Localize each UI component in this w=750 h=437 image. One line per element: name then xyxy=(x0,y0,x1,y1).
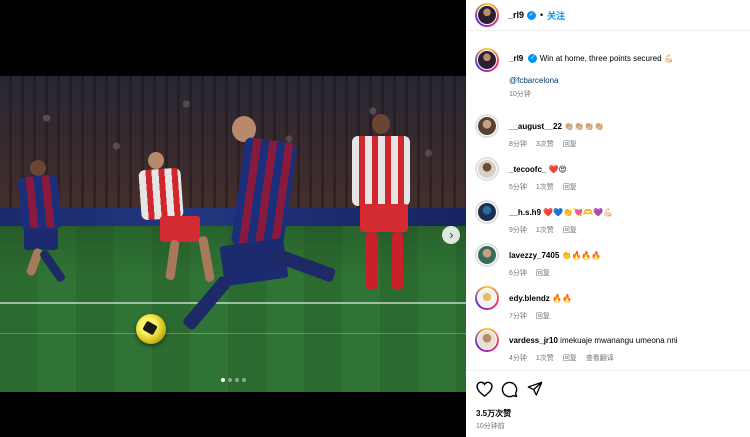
reply-button[interactable]: 回复 xyxy=(563,139,577,149)
carousel-next-button[interactable]: › xyxy=(442,226,460,244)
comment-likes[interactable]: 1次赞 xyxy=(536,353,554,363)
comment-text: imekuaje mwanangu umeona nni xyxy=(560,336,678,345)
comment-time: 9分钟 xyxy=(509,227,527,234)
carousel-indicator xyxy=(0,378,466,382)
comment-time: 7分钟 xyxy=(509,313,527,320)
post-side-panel: _rl9 ✓ • 关注 _rl9 ✓ Win at home, three po… xyxy=(466,0,750,437)
comment-likes[interactable]: 1次赞 xyxy=(536,225,554,235)
comment-text: ❤️😍 xyxy=(548,165,567,174)
comment-username[interactable]: lavezzy_7405 xyxy=(509,251,559,260)
author-avatar[interactable] xyxy=(475,48,499,72)
share-icon[interactable] xyxy=(526,380,544,398)
comment-icon[interactable] xyxy=(500,380,518,398)
carousel-dot xyxy=(241,378,246,382)
reply-button[interactable]: 回复 xyxy=(536,311,550,321)
post-photo[interactable] xyxy=(0,76,466,392)
carousel-dot xyxy=(220,378,225,382)
comment-likes[interactable]: 3次赞 xyxy=(536,139,554,149)
carousel-dot xyxy=(234,378,239,382)
reply-button[interactable]: 回复 xyxy=(563,182,577,192)
carousel-dot xyxy=(227,378,232,382)
comment-text: 🔥🔥 xyxy=(551,294,572,303)
commenter-avatar[interactable] xyxy=(475,200,499,224)
comment-text: ❤️💙👏💘🫶💜💪🏻 xyxy=(543,208,613,217)
caption-username[interactable]: _rl9 xyxy=(509,54,523,63)
post-header: _rl9 ✓ • 关注 xyxy=(466,0,750,31)
like-count[interactable]: 3.5万次赞 xyxy=(476,408,511,419)
comment-text: 👏🏼👏🏼👏🏼👏🏼 xyxy=(564,122,604,131)
pitch-line xyxy=(0,302,466,304)
heart-icon[interactable] xyxy=(475,380,493,398)
comment-likes[interactable]: 1次赞 xyxy=(536,182,554,192)
comment-time: 6分钟 xyxy=(509,270,527,277)
comment-username[interactable]: __h.s.h9 xyxy=(509,208,541,217)
football xyxy=(136,314,166,344)
comment-username[interactable]: _tecoofc_ xyxy=(509,165,546,174)
verified-badge-icon: ✓ xyxy=(528,54,538,64)
reply-button[interactable]: 回复 xyxy=(563,225,577,235)
post-media: › xyxy=(0,0,466,437)
comments-list[interactable]: _rl9 ✓ Win at home, three points secured… xyxy=(466,44,750,364)
commenter-avatar[interactable] xyxy=(475,286,499,310)
commenter-avatar[interactable] xyxy=(475,114,499,138)
comment-username[interactable]: vardess_jr10 xyxy=(509,336,558,345)
author-avatar[interactable] xyxy=(475,3,499,27)
commenter-avatar[interactable] xyxy=(475,328,499,352)
separator: • xyxy=(540,10,544,20)
commenter-avatar[interactable] xyxy=(475,243,499,267)
chevron-right-icon: › xyxy=(449,228,454,242)
post-actions-bar xyxy=(466,370,750,406)
comment-username[interactable]: __august__22 xyxy=(509,122,562,131)
comment-username[interactable]: edy.blendz xyxy=(509,294,550,303)
commenter-avatar[interactable] xyxy=(475,157,499,181)
post-timestamp: 10分钟前 xyxy=(476,423,505,430)
verified-badge-icon: ✓ xyxy=(527,10,537,20)
reply-button[interactable]: 回复 xyxy=(563,353,577,363)
reply-button[interactable]: 回复 xyxy=(536,268,550,278)
follow-button[interactable]: 关注 xyxy=(547,9,565,22)
comment-time: 5分钟 xyxy=(509,184,527,191)
comment-time: 8分钟 xyxy=(509,141,527,148)
caption-text: Win at home, three points secured 💪🏻 xyxy=(539,54,674,63)
comment-time: 4分钟 xyxy=(509,355,527,362)
mention-link[interactable]: @fcbarcelona xyxy=(509,76,745,85)
author-username[interactable]: _rl9 xyxy=(508,10,524,20)
see-translation-button[interactable]: 查看翻译 xyxy=(586,353,614,363)
pitch-line-far xyxy=(0,333,466,334)
caption-time: 10分钟 xyxy=(509,91,531,98)
comment-text: 👏🔥🔥🔥 xyxy=(561,251,602,260)
